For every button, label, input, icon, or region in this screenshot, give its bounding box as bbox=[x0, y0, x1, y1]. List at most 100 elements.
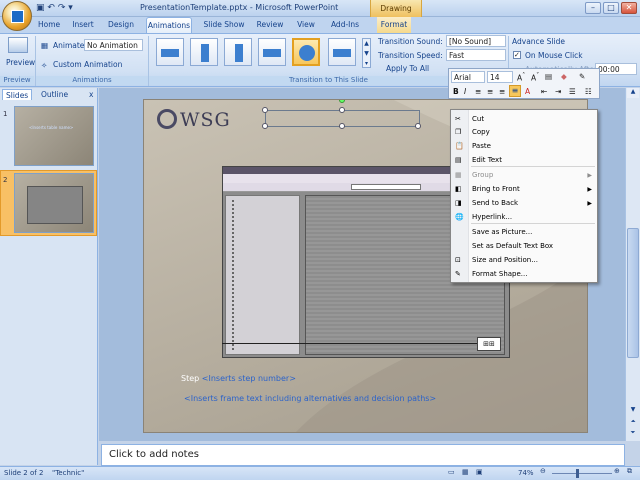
transition-speed-select[interactable]: Fast bbox=[446, 49, 506, 61]
tab-slide-show[interactable]: Slide Show bbox=[202, 17, 246, 33]
context-menu-item-bring-to-front[interactable]: ◧ Bring to Front ▶ bbox=[451, 183, 597, 196]
vertical-scrollbar[interactable]: ▲ ▼ ⏶ ⏷ bbox=[625, 88, 640, 441]
undo-icon[interactable]: ↶ bbox=[47, 3, 55, 13]
fit-to-window-icon[interactable]: ⧉ bbox=[627, 467, 632, 476]
tab-add-ins[interactable]: Add-Ins bbox=[330, 17, 360, 33]
save-icon[interactable]: ▣ bbox=[36, 3, 45, 13]
tab-animations[interactable]: Animations bbox=[146, 17, 192, 34]
tab-view[interactable]: View bbox=[295, 17, 317, 33]
frame-text-placeholder[interactable]: <Inserts frame text including alternativ… bbox=[184, 394, 436, 403]
shape-fill-icon[interactable]: ◆ bbox=[561, 72, 567, 81]
zoom-in-icon[interactable]: ⊕ bbox=[614, 467, 620, 475]
context-menu-item-cut[interactable]: ✂ Cut bbox=[451, 113, 597, 126]
tab-insert[interactable]: Insert bbox=[70, 17, 96, 33]
font-color-icon[interactable]: A bbox=[525, 87, 530, 96]
zoom-slider-thumb[interactable] bbox=[576, 469, 579, 478]
bold-icon[interactable]: B bbox=[453, 87, 459, 96]
tab-design[interactable]: Design bbox=[107, 17, 135, 33]
align-right-icon[interactable]: ≡ bbox=[499, 87, 505, 96]
slide-thumbnail-2[interactable] bbox=[14, 173, 94, 233]
tab-home[interactable]: Home bbox=[38, 17, 60, 33]
tab-outline[interactable]: Outline bbox=[38, 89, 71, 100]
custom-animation-button[interactable]: Custom Animation bbox=[53, 60, 122, 69]
scroll-thumb[interactable] bbox=[627, 228, 639, 358]
context-menu-item-paste[interactable]: 📋 Paste bbox=[451, 140, 597, 153]
tab-format[interactable]: Format bbox=[377, 17, 411, 33]
transition-cover-up[interactable] bbox=[258, 38, 286, 66]
align-left-icon[interactable]: ≡ bbox=[475, 87, 481, 96]
shrink-font-icon[interactable]: A˅ bbox=[531, 72, 539, 83]
resize-handle[interactable] bbox=[262, 107, 268, 113]
close-pane-icon[interactable]: x bbox=[86, 89, 96, 100]
step-text[interactable]: Step <Inserts step number> bbox=[181, 374, 296, 383]
notes-pane[interactable]: Click to add notes bbox=[101, 444, 625, 466]
transition-push-down[interactable] bbox=[328, 38, 356, 66]
zoom-slider[interactable] bbox=[552, 473, 612, 474]
resize-handle[interactable] bbox=[339, 123, 345, 129]
mini-toolbar: Arial 14 A˄ A˅ ▤ ◆ ✎ B I ≡ ≡ ≡ ≡ A ⇤ ⇥ ☰… bbox=[448, 68, 600, 99]
resize-handles-cluster[interactable]: ⊞⊞ bbox=[477, 337, 501, 351]
resize-handle[interactable] bbox=[262, 123, 268, 129]
quick-access-toolbar: ▣ ↶ ↷ ▾ bbox=[36, 3, 73, 13]
title-textbox-selected[interactable] bbox=[262, 100, 421, 129]
resize-handle[interactable] bbox=[415, 123, 421, 129]
numbering-icon[interactable]: ☷ bbox=[585, 87, 592, 96]
scissors-icon: ✂ bbox=[455, 115, 461, 123]
font-name-select[interactable]: Arial bbox=[451, 71, 485, 83]
preview-button[interactable]: Preview bbox=[6, 58, 35, 67]
transition-sound-select[interactable]: [No Sound] bbox=[446, 35, 506, 47]
previous-slide-icon[interactable]: ⏶ bbox=[627, 418, 639, 428]
redo-icon[interactable]: ↷ bbox=[58, 3, 66, 13]
minimize-button[interactable]: – bbox=[585, 2, 601, 14]
align-center-icon[interactable]: ≡ bbox=[487, 87, 493, 96]
slide-show-icon[interactable]: ▣ bbox=[476, 468, 483, 476]
context-menu: ✂ Cut ❐ Copy 📋 Paste ▤ Edit Text ▦ Group ▶ ◧ Bring t… bbox=[450, 109, 598, 283]
resize-handle[interactable] bbox=[339, 107, 345, 113]
preview-group-label: Preview bbox=[0, 76, 34, 85]
context-menu-item-set-as-default-text-box[interactable]: Set as Default Text Box bbox=[451, 240, 597, 253]
bullets-icon[interactable]: ☰ bbox=[569, 87, 576, 96]
send-back-icon: ◨ bbox=[455, 199, 462, 207]
preview-icon[interactable] bbox=[8, 37, 28, 53]
animate-select[interactable]: No Animation bbox=[84, 39, 143, 51]
close-button[interactable]: ✕ bbox=[621, 2, 637, 14]
transition-selected[interactable] bbox=[292, 38, 320, 66]
tab-slides[interactable]: Slides bbox=[2, 89, 33, 100]
maximize-button[interactable]: □ bbox=[603, 2, 619, 14]
slide-count-status: Slide 2 of 2 bbox=[4, 469, 44, 477]
transition-cover-down[interactable] bbox=[156, 38, 184, 66]
apply-to-all-button[interactable]: Apply To All bbox=[386, 64, 429, 73]
slide-sorter-icon[interactable]: ▦ bbox=[462, 468, 469, 476]
italic-icon[interactable]: I bbox=[464, 87, 466, 96]
on-mouse-click-checkbox[interactable]: ✓ bbox=[513, 51, 521, 59]
context-menu-item-copy[interactable]: ❐ Copy bbox=[451, 126, 597, 139]
office-button[interactable] bbox=[2, 1, 32, 31]
context-menu-item-size-and-position[interactable]: ⊡ Size and Position... bbox=[451, 254, 597, 267]
customize-qat-icon[interactable]: ▾ bbox=[68, 3, 73, 13]
context-menu-item-send-to-back[interactable]: ◨ Send to Back ▶ bbox=[451, 197, 597, 210]
decrease-indent-icon[interactable]: ⇤ bbox=[541, 87, 547, 96]
normal-view-icon[interactable]: ▭ bbox=[448, 468, 455, 476]
justify-icon[interactable]: ≡ bbox=[509, 85, 521, 97]
tab-review[interactable]: Review bbox=[256, 17, 284, 33]
transition-cover-left[interactable] bbox=[190, 38, 218, 66]
increase-indent-icon[interactable]: ⇥ bbox=[555, 87, 561, 96]
menu-separator bbox=[471, 166, 595, 167]
context-menu-item-save-as-picture[interactable]: Save as Picture... bbox=[451, 226, 597, 239]
font-size-select[interactable]: 14 bbox=[487, 71, 513, 83]
brush-icon[interactable]: ✎ bbox=[579, 72, 585, 81]
scroll-up-icon[interactable]: ▲ bbox=[627, 88, 639, 98]
transition-cover-right[interactable] bbox=[224, 38, 252, 66]
format-painter-icon[interactable]: ▤ bbox=[545, 72, 552, 81]
gallery-scroll-icon[interactable]: ▲ ▼ ▾ bbox=[362, 38, 371, 68]
submenu-arrow-icon: ▶ bbox=[587, 172, 592, 179]
next-slide-icon[interactable]: ⏷ bbox=[627, 429, 639, 439]
grow-font-icon[interactable]: A˄ bbox=[517, 72, 525, 83]
scroll-down-icon[interactable]: ▼ bbox=[627, 406, 639, 416]
transition-speed-label: Transition Speed: bbox=[378, 51, 443, 60]
zoom-out-icon[interactable]: ⊖ bbox=[540, 467, 546, 475]
automatically-after-time[interactable]: 00:00 bbox=[595, 63, 637, 75]
context-menu-item-format-shape[interactable]: ✎ Format Shape... bbox=[451, 268, 597, 281]
zoom-level[interactable]: 74% bbox=[518, 469, 534, 477]
slide-thumbnail-1[interactable]: <Inserts table name> bbox=[14, 106, 94, 166]
